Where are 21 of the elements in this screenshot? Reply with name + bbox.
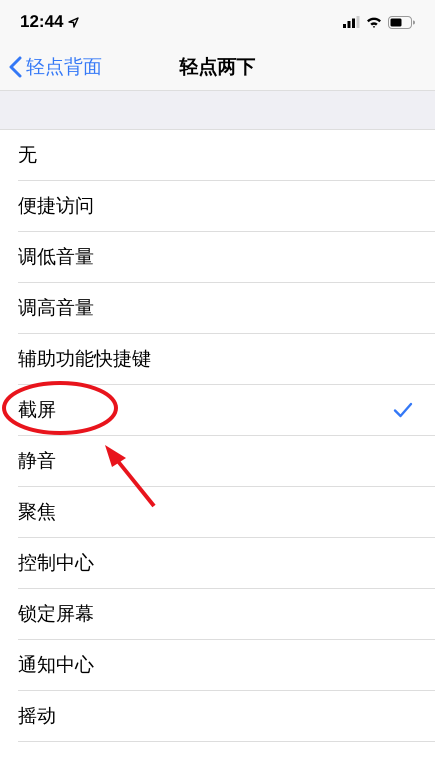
chevron-left-icon bbox=[9, 56, 22, 78]
battery-icon bbox=[388, 16, 415, 28]
option-label: 截屏 bbox=[18, 398, 57, 423]
nav-title: 轻点两下 bbox=[180, 56, 256, 78]
pointer-arrow bbox=[105, 445, 156, 508]
option-label: 调高音量 bbox=[18, 296, 95, 321]
option-label: 通知中心 bbox=[18, 653, 95, 678]
option-label: 便捷访问 bbox=[18, 194, 95, 219]
status-time: 12:44 bbox=[20, 12, 64, 32]
back-button[interactable]: 轻点背面 bbox=[0, 54, 102, 80]
option-label: 辅助功能快捷键 bbox=[18, 347, 152, 372]
option-label: 锁定屏幕 bbox=[18, 602, 95, 627]
signal-icon bbox=[343, 16, 360, 28]
option-label: 调低音量 bbox=[18, 245, 95, 270]
option-label: 静音 bbox=[18, 449, 57, 474]
location-arrow-icon bbox=[68, 16, 80, 28]
option-label: 摇动 bbox=[18, 704, 57, 729]
option-label: 无 bbox=[18, 143, 38, 168]
wifi-icon bbox=[366, 16, 382, 28]
option-label: 控制中心 bbox=[18, 551, 95, 576]
option-label: 聚焦 bbox=[18, 500, 57, 525]
